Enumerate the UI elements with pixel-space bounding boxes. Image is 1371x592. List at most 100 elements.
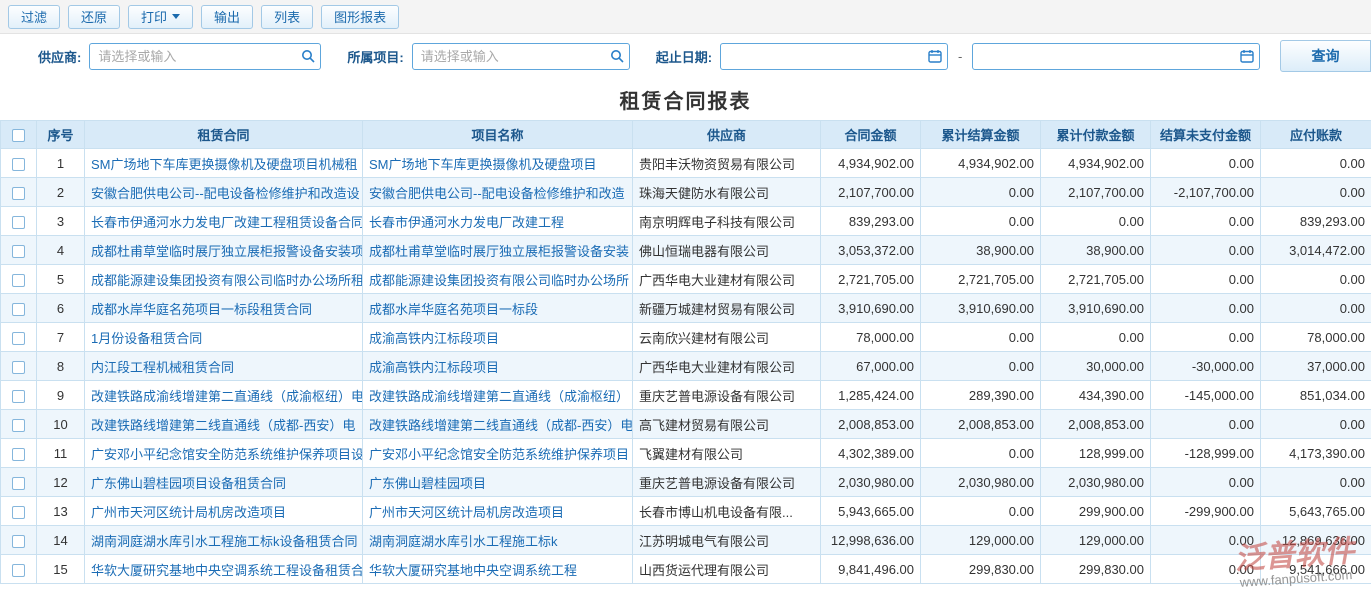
project-link[interactable]: 成都水岸华庭名苑项目一标段 (369, 302, 538, 317)
dropdown-caret-icon (172, 14, 180, 19)
row-checkbox[interactable] (12, 332, 25, 345)
contract-link[interactable]: 改建铁路成渝线增建第二直通线（成渝枢纽）电 (91, 389, 363, 404)
amount-cell: 2,008,853.00 (921, 410, 1041, 439)
filter-button[interactable]: 过滤 (8, 5, 60, 29)
contract-link[interactable]: 成都能源建设集团投资有限公司临时办公场所租 (91, 273, 363, 288)
row-checkbox[interactable] (12, 187, 25, 200)
contract-link[interactable]: 成都水岸华庭名苑项目一标段租赁合同 (91, 302, 312, 317)
date-end-input[interactable] (972, 43, 1260, 70)
column-header-8[interactable]: 结算未支付金额 (1151, 121, 1261, 149)
row-number: 10 (37, 410, 85, 439)
project-link[interactable]: 改建铁路线增建第二线直通线（成都-西安）电 (369, 418, 633, 433)
project-link[interactable]: 成渝高铁内江标段项目 (369, 360, 499, 375)
project-cell: 广东佛山碧桂园项目 (363, 468, 633, 497)
column-header-3[interactable]: 项目名称 (363, 121, 633, 149)
row-checkbox-cell (1, 381, 37, 410)
contract-cell: SM广场地下车库更换摄像机及硬盘项目机械租 (85, 149, 363, 178)
project-link[interactable]: 广东佛山碧桂园项目 (369, 476, 486, 491)
amount-cell: 4,302,389.00 (821, 439, 921, 468)
row-number: 7 (37, 323, 85, 352)
project-link[interactable]: 广州市天河区统计局机房改造项目 (369, 505, 564, 520)
amount-cell: 0.00 (1041, 207, 1151, 236)
amount-cell: 0.00 (1151, 149, 1261, 178)
calendar-icon[interactable] (928, 49, 942, 63)
supplier-cell: 山西货运代理有限公司 (633, 555, 821, 584)
amount-cell: 0.00 (1151, 265, 1261, 294)
contract-link[interactable]: 广东佛山碧桂园项目设备租赁合同 (91, 476, 286, 491)
project-link[interactable]: 成都杜甫草堂临时展厅独立展柜报警设备安装 (369, 244, 629, 259)
column-header-9[interactable]: 应付账款 (1261, 121, 1371, 149)
row-checkbox[interactable] (12, 390, 25, 403)
contract-link[interactable]: 长春市伊通河水力发电厂改建工程租赁设备合同 (91, 215, 363, 230)
row-checkbox-cell (1, 439, 37, 468)
project-cell: SM广场地下车库更换摄像机及硬盘项目 (363, 149, 633, 178)
row-checkbox[interactable] (12, 158, 25, 171)
project-link[interactable]: 长春市伊通河水力发电厂改建工程 (369, 215, 564, 230)
row-checkbox[interactable] (12, 448, 25, 461)
row-checkbox[interactable] (12, 303, 25, 316)
amount-cell: -128,999.00 (1151, 439, 1261, 468)
row-checkbox[interactable] (12, 419, 25, 432)
column-header-7[interactable]: 累计付款金额 (1041, 121, 1151, 149)
query-button[interactable]: 查询 (1280, 40, 1371, 72)
project-link[interactable]: 成都能源建设集团投资有限公司临时办公场所 (369, 273, 629, 288)
project-input[interactable] (412, 43, 630, 70)
amount-cell: -2,107,700.00 (1151, 178, 1261, 207)
project-link[interactable]: 安徽合肥供电公司--配电设备检修维护和改造 (369, 186, 625, 201)
row-checkbox[interactable] (12, 477, 25, 490)
row-checkbox[interactable] (12, 564, 25, 577)
search-icon[interactable] (610, 49, 624, 63)
row-checkbox[interactable] (12, 274, 25, 287)
contract-link[interactable]: 1月份设备租赁合同 (91, 331, 202, 346)
row-checkbox[interactable] (12, 245, 25, 258)
supplier-input[interactable] (89, 43, 321, 70)
contract-link[interactable]: 内江段工程机械租赁合同 (91, 360, 234, 375)
row-checkbox[interactable] (12, 506, 25, 519)
row-checkbox[interactable] (12, 216, 25, 229)
search-icon[interactable] (301, 49, 315, 63)
contract-link[interactable]: 成都杜甫草堂临时展厅独立展柜报警设备安装项 (91, 244, 363, 259)
restore-button[interactable]: 还原 (68, 5, 120, 29)
contract-cell: 成都杜甫草堂临时展厅独立展柜报警设备安装项 (85, 236, 363, 265)
row-number: 5 (37, 265, 85, 294)
contract-link[interactable]: 安徽合肥供电公司--配电设备检修维护和改造设 (91, 186, 360, 201)
contract-cell: 安徽合肥供电公司--配电设备检修维护和改造设 (85, 178, 363, 207)
row-number: 12 (37, 468, 85, 497)
amount-cell: 2,721,705.00 (921, 265, 1041, 294)
project-link[interactable]: SM广场地下车库更换摄像机及硬盘项目 (369, 157, 597, 172)
date-start-input[interactable] (720, 43, 948, 70)
amount-cell: -145,000.00 (1151, 381, 1261, 410)
project-link[interactable]: 改建铁路成渝线增建第二直通线（成渝枢纽） (369, 389, 629, 404)
filter-button-label: 过滤 (21, 7, 47, 26)
project-link[interactable]: 湖南洞庭湖水库引水工程施工标k (369, 534, 558, 549)
amount-cell: 839,293.00 (1261, 207, 1371, 236)
supplier-cell: 珠海天健防水有限公司 (633, 178, 821, 207)
contract-link[interactable]: 广州市天河区统计局机房改造项目 (91, 505, 286, 520)
column-header-5[interactable]: 合同金额 (821, 121, 921, 149)
list-button[interactable]: 列表 (261, 5, 313, 29)
project-link[interactable]: 成渝高铁内江标段项目 (369, 331, 499, 346)
column-header-4[interactable]: 供应商 (633, 121, 821, 149)
amount-cell: 0.00 (921, 497, 1041, 526)
contract-link[interactable]: 广安邓小平纪念馆安全防范系统维护保养项目设 (91, 447, 363, 462)
contract-link[interactable]: 华软大厦研究基地中央空调系统工程设备租赁合 (91, 563, 363, 578)
project-link[interactable]: 华软大厦研究基地中央空调系统工程 (369, 563, 577, 578)
row-checkbox[interactable] (12, 361, 25, 374)
toolbar: 过滤 还原打印输出列表图形报表 (0, 0, 1371, 34)
row-checkbox[interactable] (12, 535, 25, 548)
project-link[interactable]: 广安邓小平纪念馆安全防范系统维护保养项目 (369, 447, 629, 462)
amount-cell: 2,008,853.00 (1041, 410, 1151, 439)
column-header-2[interactable]: 租赁合同 (85, 121, 363, 149)
contract-link[interactable]: 湖南洞庭湖水库引水工程施工标k设备租赁合同 (91, 534, 358, 549)
supplier-cell: 广西华电大业建材有限公司 (633, 352, 821, 381)
column-header-6[interactable]: 累计结算金额 (921, 121, 1041, 149)
contract-link[interactable]: SM广场地下车库更换摄像机及硬盘项目机械租 (91, 157, 358, 172)
column-header-1[interactable]: 序号 (37, 121, 85, 149)
chart-report-button[interactable]: 图形报表 (321, 5, 399, 29)
export-button[interactable]: 输出 (201, 5, 253, 29)
contract-link[interactable]: 改建铁路线增建第二线直通线（成都-西安）电 (91, 418, 355, 433)
select-all-checkbox[interactable] (12, 129, 25, 142)
row-number: 15 (37, 555, 85, 584)
calendar-icon[interactable] (1240, 49, 1254, 63)
print-button[interactable]: 打印 (128, 5, 193, 29)
